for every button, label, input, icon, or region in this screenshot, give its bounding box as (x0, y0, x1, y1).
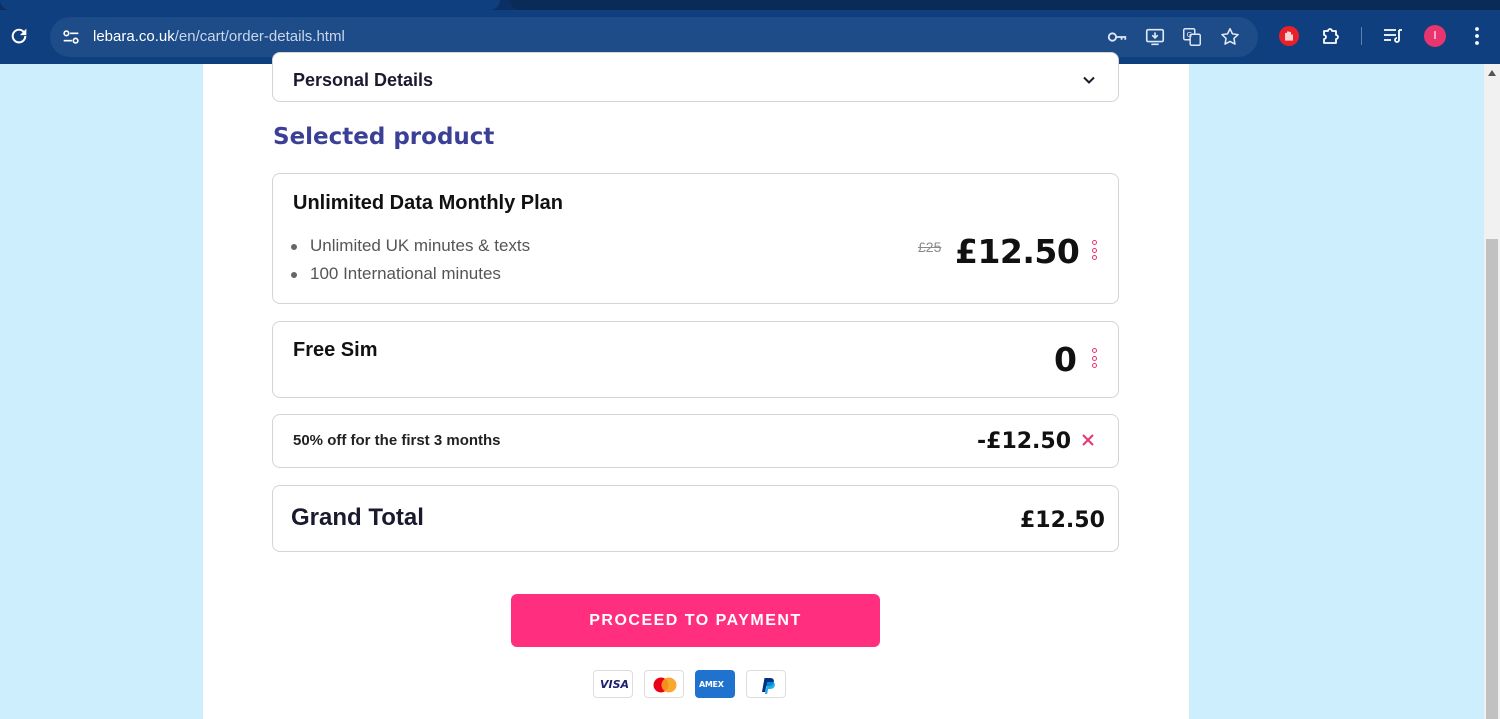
grand-total-price: £12.50 (1020, 508, 1105, 533)
plan-feature: Unlimited UK minutes & texts (289, 232, 530, 260)
svg-text:G: G (1187, 30, 1193, 39)
page-scrollbar[interactable] (1484, 64, 1500, 719)
amex-icon: AMEX (695, 670, 735, 698)
plan-features: Unlimited UK minutes & texts 100 Interna… (289, 232, 530, 288)
plan-title: Unlimited Data Monthly Plan (293, 192, 564, 214)
sim-price: 0 (1054, 340, 1077, 379)
discount-card: 50% off for the first 3 months -£12.50 (272, 414, 1119, 468)
extension-stop-icon[interactable] (1277, 24, 1301, 48)
profile-avatar[interactable]: I (1424, 25, 1446, 47)
sim-card: Free Sim 0 (272, 321, 1119, 398)
grand-total-card: Grand Total £12.50 (272, 485, 1119, 552)
grand-total-label: Grand Total (291, 504, 424, 531)
plan-old-price: £25 (918, 239, 942, 255)
bookmark-star-icon[interactable] (1219, 26, 1241, 48)
more-menu-icon[interactable] (1465, 24, 1489, 48)
visa-icon: VISA (593, 670, 633, 698)
install-app-icon[interactable] (1144, 26, 1166, 48)
site-settings-icon[interactable] (60, 26, 82, 48)
inactive-tab[interactable] (510, 0, 1500, 10)
mastercard-icon (644, 670, 684, 698)
discount-amount: -£12.50 (977, 429, 1072, 454)
order-details-page: Personal Details Selected product Unlimi… (203, 52, 1189, 719)
proceed-to-payment-button[interactable]: PROCEED TO PAYMENT (511, 594, 880, 647)
address-bar[interactable]: lebara.co.uk/en/cart/order-details.html … (50, 17, 1258, 57)
scrollbar-thumb[interactable] (1486, 239, 1498, 719)
plan-options-kebab-icon[interactable] (1092, 240, 1098, 262)
url-path: /en/cart/order-details.html (174, 28, 345, 45)
paypal-icon (746, 670, 786, 698)
chevron-down-icon[interactable] (1082, 73, 1096, 87)
scroll-up-arrow-icon[interactable] (1488, 70, 1496, 76)
personal-details-title: Personal Details (293, 70, 434, 90)
translate-icon[interactable]: G (1181, 26, 1203, 48)
extensions-puzzle-icon[interactable] (1319, 24, 1343, 48)
discount-label: 50% off for the first 3 months (293, 432, 501, 449)
sim-options-kebab-icon[interactable] (1092, 348, 1098, 370)
personal-details-accordion[interactable]: Personal Details (272, 52, 1119, 102)
tab-strip (0, 0, 1500, 10)
plan-card: Unlimited Data Monthly Plan Unlimited UK… (272, 173, 1119, 304)
reading-list-icon[interactable] (1381, 24, 1405, 48)
plan-feature: 100 International minutes (289, 260, 530, 288)
remove-discount-close-icon[interactable] (1080, 432, 1096, 448)
active-tab[interactable] (0, 0, 500, 10)
url-text[interactable]: lebara.co.uk/en/cart/order-details.html (93, 28, 345, 45)
reload-icon[interactable] (8, 25, 30, 47)
url-host: lebara.co.uk (93, 28, 175, 45)
password-key-icon[interactable] (1106, 26, 1128, 48)
sim-title: Free Sim (293, 339, 378, 361)
plan-price: £12.50 (955, 232, 1080, 271)
selected-product-heading: Selected product (273, 124, 495, 150)
toolbar-divider (1361, 27, 1362, 45)
